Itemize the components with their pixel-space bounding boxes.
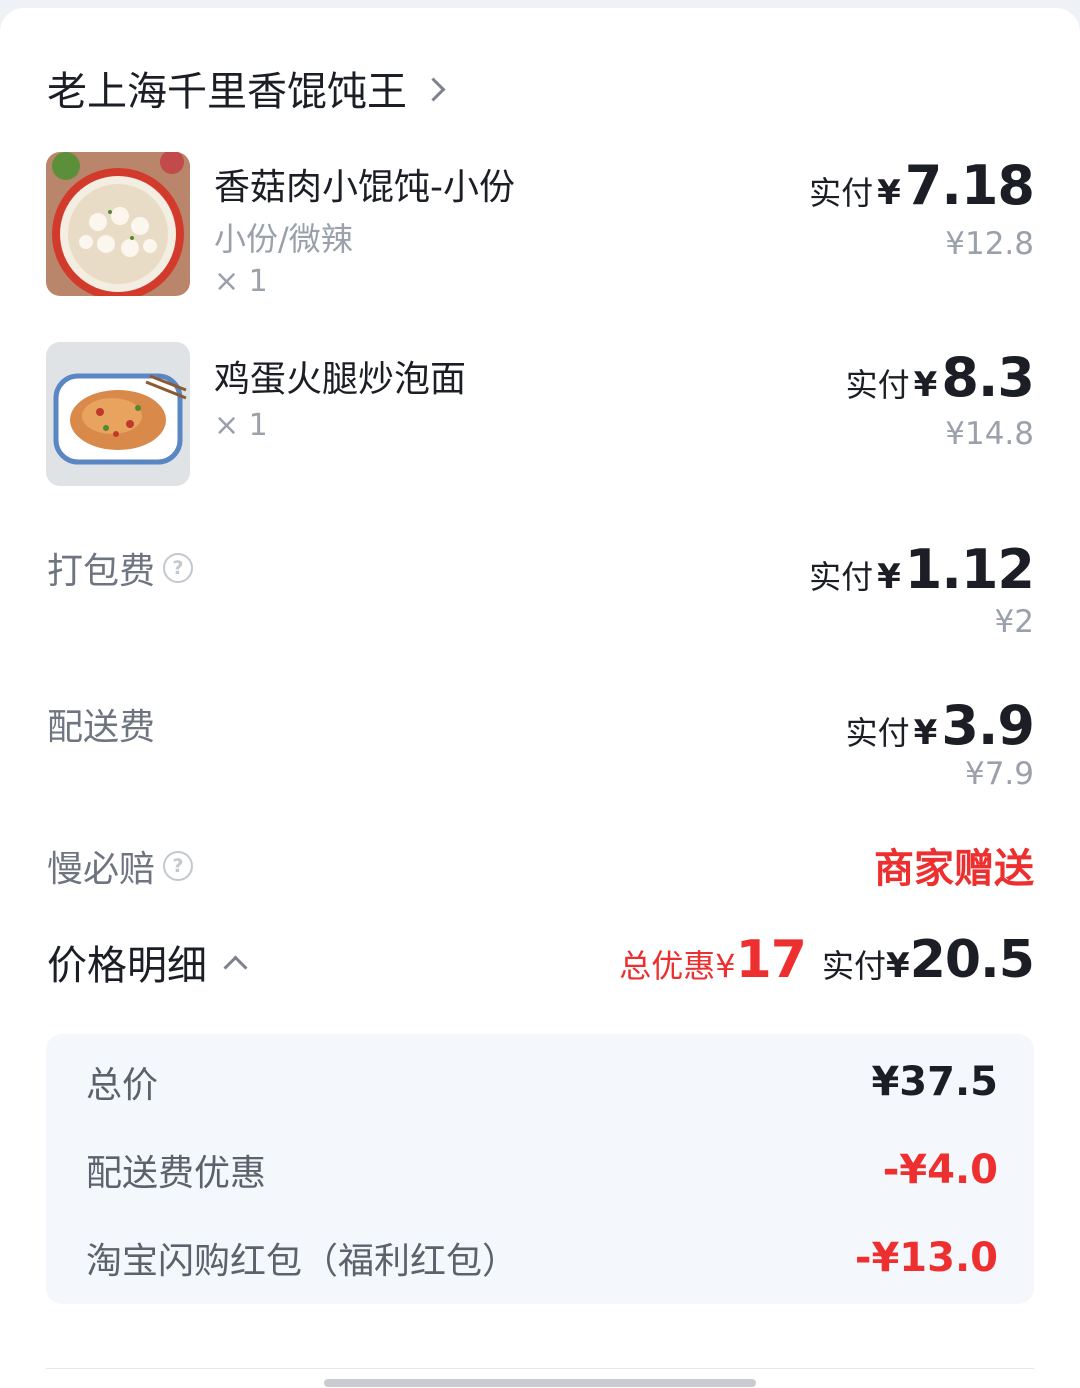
packing-fee-label: 打包费 [47, 551, 156, 592]
paid-label: 实付 [809, 558, 874, 596]
delivery-fee-paid: 实付 ¥ 3.9 [845, 694, 1035, 757]
price-detail-label: 价格明细 [47, 943, 207, 989]
breakdown-label: 总价 [86, 1065, 159, 1106]
price-detail-toggle[interactable]: 价格明细 [47, 933, 248, 991]
item-spec: 小份/微辣 [214, 220, 353, 258]
item-name: 香菇肉小馄饨-小份 [214, 167, 515, 208]
delivery-fee-label: 配送费 [47, 707, 156, 748]
discount-label: 总优惠¥ [619, 947, 736, 985]
currency-symbol: ¥ [877, 557, 901, 597]
delivery-fee-row-label: 配送费 [47, 698, 155, 750]
paid-amount: 1.12 [904, 538, 1035, 601]
breakdown-label: 淘宝闪购红包（福利红包） [86, 1241, 519, 1282]
late-compensation-row-label: 慢必赔 ? [47, 840, 194, 892]
discount-amount: 17 [735, 930, 807, 990]
total-paid-amount: 20.5 [909, 930, 1035, 990]
currency-symbol: ¥ [886, 946, 910, 986]
item-original-price: ¥14.8 [945, 416, 1034, 452]
chevron-up-icon [223, 954, 248, 980]
breakdown-value: ¥37.5 [871, 1059, 998, 1105]
paid-label: 实付 [845, 366, 910, 404]
order-card: 老上海千里香馄饨王 香菇肉小馄饨-小份 小份/微辣 × 1 实付 ¥ 7.18 … [0, 8, 1080, 1388]
currency-symbol: ¥ [913, 365, 938, 405]
paid-label: 实付 [845, 714, 910, 752]
paid-amount: 8.3 [941, 346, 1035, 409]
help-circle-icon[interactable]: ? [163, 553, 194, 583]
packing-fee-row-label: 打包费 ? [47, 542, 194, 594]
delivery-fee-original: ¥7.9 [964, 756, 1034, 792]
item-thumbnail-wonton[interactable] [46, 152, 190, 296]
breakdown-row: 淘宝闪购红包（福利红包） -¥13.0 [86, 1232, 998, 1284]
total-discount: 总优惠¥ 17 [619, 930, 807, 990]
currency-symbol: ¥ [877, 173, 901, 213]
currency-symbol: ¥ [913, 713, 938, 753]
chevron-right-icon [421, 76, 446, 102]
paid-amount: 3.9 [941, 694, 1035, 757]
late-compensation-label: 慢必赔 [47, 849, 156, 890]
item-quantity: × 1 [214, 264, 268, 299]
paid-amount: 7.18 [904, 154, 1035, 217]
home-indicator[interactable] [324, 1379, 756, 1387]
packing-fee-paid: 实付 ¥ 1.12 [809, 538, 1035, 601]
item-quantity: × 1 [214, 408, 268, 443]
paid-label: 实付 [809, 174, 874, 212]
shop-name: 老上海千里香馄饨王 [47, 69, 407, 115]
breakdown-row: 总价 ¥37.5 [86, 1056, 998, 1108]
late-compensation-value: 商家赠送 [874, 846, 1034, 892]
item-thumbnail-noodles[interactable] [46, 342, 190, 486]
divider [46, 1368, 1034, 1369]
breakdown-row: 配送费优惠 -¥4.0 [86, 1144, 998, 1196]
breakdown-label: 配送费优惠 [86, 1153, 267, 1194]
total-paid: 实付 ¥ 20.5 [822, 930, 1035, 990]
paid-label: 实付 [822, 947, 887, 985]
breakdown-value: -¥13.0 [854, 1235, 998, 1281]
item-paid-price: 实付 ¥ 7.18 [809, 154, 1035, 217]
help-circle-icon[interactable]: ? [163, 851, 194, 881]
item-original-price: ¥12.8 [945, 226, 1034, 262]
packing-fee-original: ¥2 [994, 604, 1034, 640]
shop-link[interactable]: 老上海千里香馄饨王 [47, 60, 446, 116]
item-name: 鸡蛋火腿炒泡面 [214, 359, 467, 400]
item-paid-price: 实付 ¥ 8.3 [845, 346, 1035, 409]
breakdown-value: -¥4.0 [882, 1147, 998, 1193]
price-breakdown-panel: 总价 ¥37.5 配送费优惠 -¥4.0 淘宝闪购红包（福利红包） -¥13.0 [46, 1034, 1034, 1304]
